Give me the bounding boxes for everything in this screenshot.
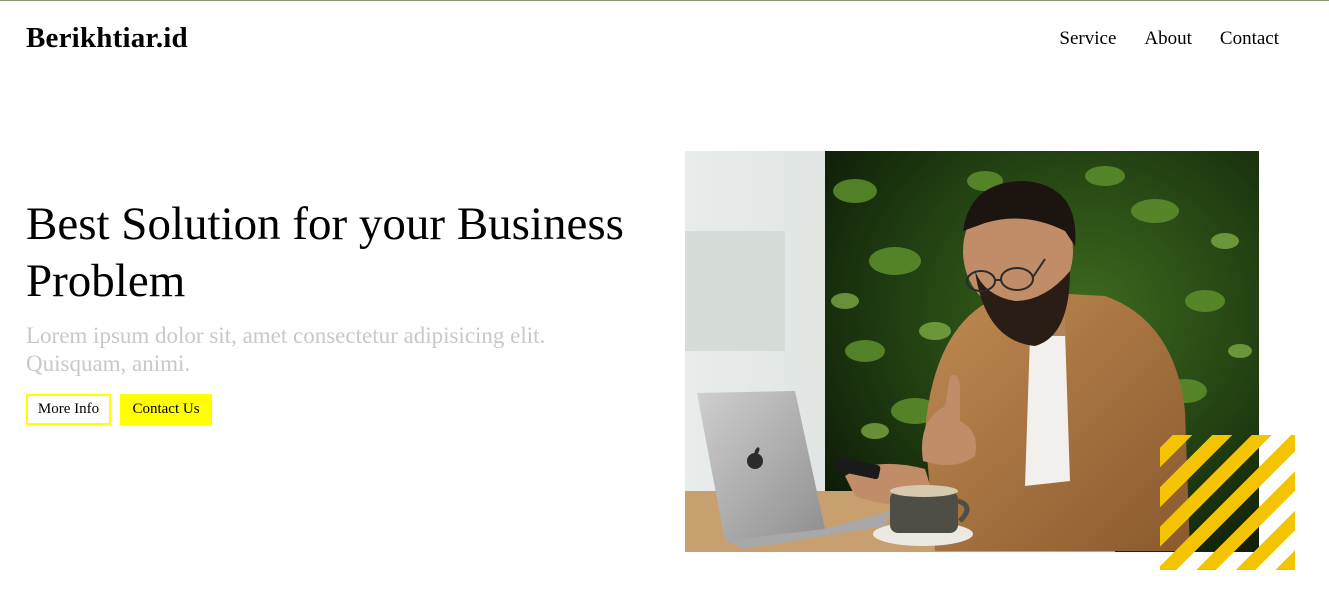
nav-link-about[interactable]: About bbox=[1144, 28, 1192, 50]
nav-link-service[interactable]: Service bbox=[1059, 28, 1116, 50]
main-nav: Service About Contact bbox=[1059, 28, 1279, 50]
hero-headline: Best Solution for your Business Problem bbox=[26, 198, 624, 307]
hero-subtext: Lorem ipsum dolor sit, amet consectetur … bbox=[26, 323, 546, 376]
brand-logo[interactable]: Berikhtiar.id bbox=[26, 22, 188, 55]
contact-us-button[interactable]: Contact Us bbox=[120, 394, 212, 425]
yellow-striped-decoration bbox=[1160, 435, 1295, 570]
more-info-button[interactable]: More Info bbox=[26, 394, 111, 425]
nav-link-contact[interactable]: Contact bbox=[1220, 28, 1279, 50]
hero-buttons: More Info Contact Us bbox=[26, 394, 212, 425]
site-header: Berikhtiar.id Service About Contact bbox=[0, 0, 1329, 80]
hero-text-block: Best Solution for your Business Problem … bbox=[26, 196, 686, 378]
